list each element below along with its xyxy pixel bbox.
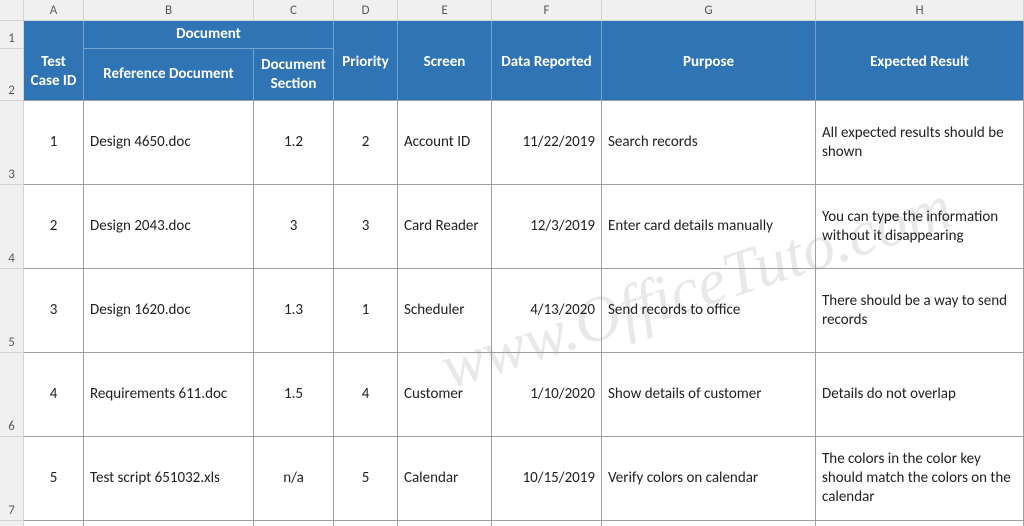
cell-H5[interactable]: There should be a way to send records [816, 269, 1024, 353]
column-header-D[interactable]: D [334, 0, 398, 20]
table-row: 6 4 Requirements 611.doc 1.5 4 Customer … [0, 353, 1024, 437]
cell-B7[interactable]: Test script 651032.xls [84, 437, 254, 521]
row-header-6[interactable]: 6 [0, 353, 24, 437]
row-header-8[interactable] [0, 521, 24, 526]
header-expected-result-top[interactable] [816, 21, 1024, 49]
table-row: 5 3 Design 1620.doc 1.3 1 Scheduler 4/13… [0, 269, 1024, 353]
cell-H7[interactable]: The colors in the color key should match… [816, 437, 1024, 521]
column-header-B[interactable]: B [84, 0, 254, 20]
cell-E4[interactable]: Card Reader [398, 185, 492, 269]
cell-G4[interactable]: Enter card details manually [602, 185, 816, 269]
header-purpose-top[interactable] [602, 21, 816, 49]
cell-H4[interactable]: You can type the information without it … [816, 185, 1024, 269]
column-header-G[interactable]: G [602, 0, 816, 20]
cell-C3[interactable]: 1.2 [254, 101, 334, 185]
header-screen[interactable]: Screen [398, 49, 492, 101]
cell-B3[interactable]: Design 4650.doc [84, 101, 254, 185]
cell-H8[interactable]: The customer name should [816, 521, 1024, 526]
cell-C8[interactable] [254, 521, 334, 526]
cell-E7[interactable]: Calendar [398, 437, 492, 521]
header-document-group[interactable]: Document [84, 21, 334, 49]
cell-E3[interactable]: Account ID [398, 101, 492, 185]
cell-G6[interactable]: Show details of customer [602, 353, 816, 437]
header-data-reported[interactable]: Data Reported [492, 49, 602, 101]
select-all-corner[interactable] [0, 0, 24, 20]
cell-C5[interactable]: 1.3 [254, 269, 334, 353]
column-header-A[interactable]: A [24, 0, 84, 20]
row-header-4[interactable]: 4 [0, 185, 24, 269]
column-header-F[interactable]: F [492, 0, 602, 20]
table-row: 7 5 Test script 651032.xls n/a 5 Calenda… [0, 437, 1024, 521]
cell-A5[interactable]: 3 [24, 269, 84, 353]
header-test-case-id-top[interactable] [24, 21, 84, 49]
cell-B5[interactable]: Design 1620.doc [84, 269, 254, 353]
cell-C6[interactable]: 1.5 [254, 353, 334, 437]
cell-F4[interactable]: 12/3/2019 [492, 185, 602, 269]
cell-D7[interactable]: 5 [334, 437, 398, 521]
table-row: 3 1 Design 4650.doc 1.2 2 Account ID 11/… [0, 101, 1024, 185]
table-row-partial: The customer name should [0, 521, 1024, 526]
header-screen-top[interactable] [398, 21, 492, 49]
cell-B4[interactable]: Design 2043.doc [84, 185, 254, 269]
cell-G8[interactable] [602, 521, 816, 526]
cell-H6[interactable]: Details do not overlap [816, 353, 1024, 437]
cell-A4[interactable]: 2 [24, 185, 84, 269]
spreadsheet[interactable]: A B C D E F G H 1 Document 2 Test Case I… [0, 0, 1024, 526]
cell-F7[interactable]: 10/15/2019 [492, 437, 602, 521]
cell-A8[interactable] [24, 521, 84, 526]
header-row-2: 2 Test Case ID Reference Document Docume… [0, 49, 1024, 101]
cell-G5[interactable]: Send records to office [602, 269, 816, 353]
column-header-H[interactable]: H [816, 0, 1024, 20]
header-document-section[interactable]: Document Section [254, 49, 334, 101]
row-header-7[interactable]: 7 [0, 437, 24, 521]
cell-D3[interactable]: 2 [334, 101, 398, 185]
column-header-E[interactable]: E [398, 0, 492, 20]
cell-C4[interactable]: 3 [254, 185, 334, 269]
header-reference-document[interactable]: Reference Document [84, 49, 254, 101]
cell-D8[interactable] [334, 521, 398, 526]
header-purpose[interactable]: Purpose [602, 49, 816, 101]
row-header-3[interactable]: 3 [0, 101, 24, 185]
cell-B8[interactable] [84, 521, 254, 526]
cell-B6[interactable]: Requirements 611.doc [84, 353, 254, 437]
cell-E6[interactable]: Customer [398, 353, 492, 437]
cell-F5[interactable]: 4/13/2020 [492, 269, 602, 353]
table-row: 4 2 Design 2043.doc 3 3 Card Reader 12/3… [0, 185, 1024, 269]
header-expected-result[interactable]: Expected Result [816, 49, 1024, 101]
cell-G7[interactable]: Verify colors on calendar [602, 437, 816, 521]
cell-A3[interactable]: 1 [24, 101, 84, 185]
cell-F3[interactable]: 11/22/2019 [492, 101, 602, 185]
cell-F6[interactable]: 1/10/2020 [492, 353, 602, 437]
cell-F8[interactable] [492, 521, 602, 526]
header-row-1: 1 Document [0, 21, 1024, 49]
cell-C7[interactable]: n/a [254, 437, 334, 521]
column-headers: A B C D E F G H [0, 0, 1024, 21]
row-header-5[interactable]: 5 [0, 269, 24, 353]
cell-E8[interactable] [398, 521, 492, 526]
cell-D5[interactable]: 1 [334, 269, 398, 353]
cell-D6[interactable]: 4 [334, 353, 398, 437]
header-data-reported-top[interactable] [492, 21, 602, 49]
column-header-C[interactable]: C [254, 0, 334, 20]
header-priority[interactable]: Priority [334, 49, 398, 101]
cell-A7[interactable]: 5 [24, 437, 84, 521]
cell-G3[interactable]: Search records [602, 101, 816, 185]
cell-H3[interactable]: All expected results should be shown [816, 101, 1024, 185]
cell-A6[interactable]: 4 [24, 353, 84, 437]
row-header-2[interactable]: 2 [0, 49, 24, 101]
header-priority-top[interactable] [334, 21, 398, 49]
row-header-1[interactable]: 1 [0, 21, 24, 49]
header-test-case-id[interactable]: Test Case ID [24, 49, 84, 101]
cell-D4[interactable]: 3 [334, 185, 398, 269]
cell-E5[interactable]: Scheduler [398, 269, 492, 353]
